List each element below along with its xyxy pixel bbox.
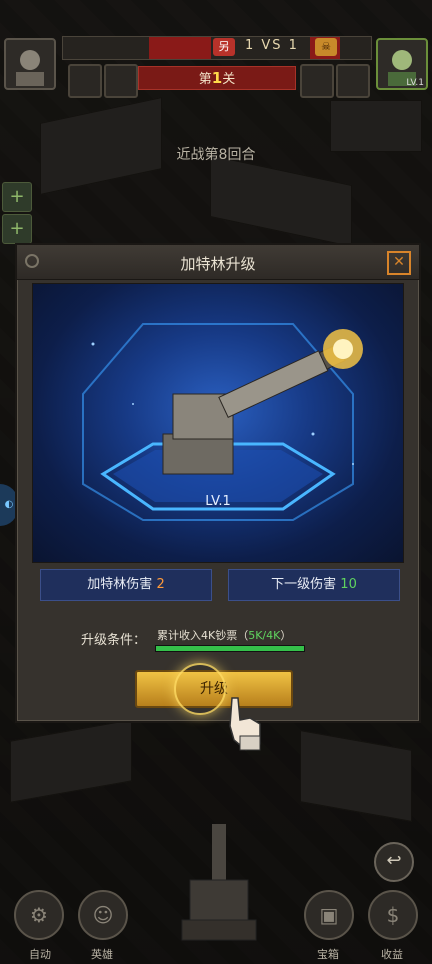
level-indicator: 第1关 [138, 66, 296, 90]
pointer-hand-icon [229, 697, 261, 751]
opponent-avatar[interactable]: LV.1 [376, 38, 428, 90]
condition-progress-bar [155, 645, 305, 652]
player-avatar[interactable] [4, 38, 56, 90]
chest-icon[interactable]: ▣ [304, 890, 354, 940]
bottom-nav: ⚙ 自动 ☺ 英雄 ▣ 宝箱 $ 收益 [0, 880, 432, 964]
player-badge: 另 [213, 38, 235, 56]
weapon-level: LV.1 [205, 494, 231, 509]
hero-slot[interactable] [336, 64, 370, 98]
dialog-header: 加特林升级 ✕ [17, 245, 419, 280]
condition-text: 累计收入4K钞票（5K/4K） [157, 629, 292, 642]
plus-icon[interactable]: + [2, 214, 32, 244]
next-level-damage: 下一级伤害 10 [228, 569, 400, 601]
condition-label: 升级条件： [81, 633, 147, 648]
gear-icon[interactable]: ⚙ [14, 890, 64, 940]
moneybag-icon[interactable]: $ [368, 890, 418, 940]
weapon-preview: LV.1 [32, 283, 404, 563]
plus-icon[interactable]: + [2, 182, 32, 212]
gatling-illustration [82, 323, 363, 521]
nav-hero-label: 英雄 [91, 948, 113, 961]
top-hud: 另 1 VS 1 ☠ 徐盛 第1关 LV.1 [0, 36, 432, 106]
upgrade-dialog: 加特林升级 ✕ LV.1 加特林伤害 2 下一级伤害 10 升级条件： 累计收入… [15, 243, 421, 723]
back-arrow-icon[interactable]: ↩ [374, 842, 414, 882]
hero-slot[interactable] [300, 64, 334, 98]
tap-highlight [174, 663, 226, 715]
vs-score: 1 VS 1 [245, 38, 299, 53]
hero-slot[interactable] [68, 64, 102, 98]
nav-income-label: 收益 [381, 948, 403, 961]
opponent-badge-icon: ☠ [315, 38, 337, 56]
opponent-level: LV.1 [406, 78, 424, 88]
hero-icon[interactable]: ☺ [78, 890, 128, 940]
round-text: 近战第8回合 [176, 147, 256, 163]
current-damage: 加特林伤害 2 [40, 569, 212, 601]
close-icon[interactable]: ✕ [387, 251, 411, 275]
dialog-title: 加特林升级 [180, 255, 256, 273]
nav-chest-label: 宝箱 [317, 948, 339, 961]
nav-auto-label: 自动 [29, 948, 51, 961]
hero-slot[interactable] [104, 64, 138, 98]
versus-bar: 另 1 VS 1 ☠ 徐盛 [62, 36, 389, 73]
